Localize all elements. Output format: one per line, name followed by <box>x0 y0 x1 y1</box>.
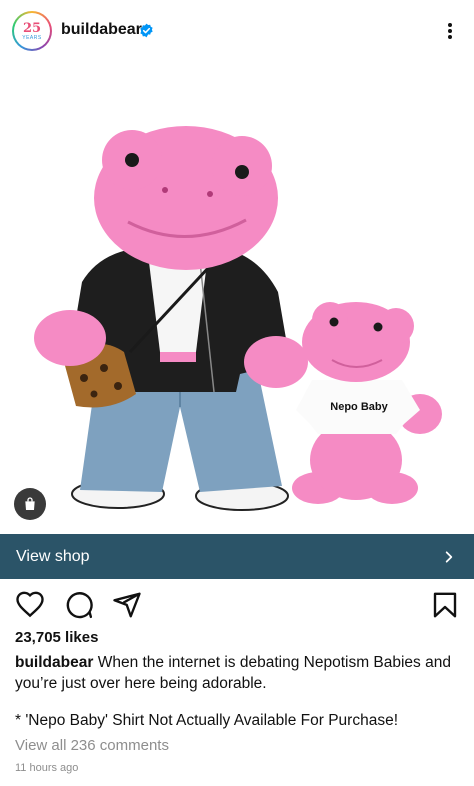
avatar-subtext: YEARS <box>22 34 42 41</box>
view-shop-label: View shop <box>16 547 90 565</box>
view-shop-button[interactable]: View shop <box>0 534 474 579</box>
caption: buildabear When the internet is debating… <box>15 652 460 694</box>
view-comments-link[interactable]: View all 236 comments <box>15 737 169 754</box>
comment-icon[interactable] <box>64 590 94 620</box>
verified-badge-icon <box>140 23 153 38</box>
caption-footnote: * 'Nepo Baby' Shirt Not Actually Availab… <box>15 712 398 729</box>
more-vertical-icon <box>448 23 452 27</box>
more-options-button[interactable] <box>440 20 460 42</box>
like-count[interactable]: 23,705 likes <box>15 629 98 646</box>
shopping-bag-icon <box>25 497 35 510</box>
post-image[interactable]: Nepo Baby <box>0 62 474 534</box>
send-icon[interactable] <box>112 590 142 620</box>
action-bar <box>0 590 474 622</box>
shop-tag-button[interactable] <box>14 488 46 520</box>
heart-icon[interactable] <box>15 590 45 620</box>
avatar[interactable]: 25 YEARS <box>12 11 52 51</box>
bookmark-icon[interactable] <box>430 590 460 620</box>
username[interactable]: buildabear <box>61 21 142 39</box>
shirt-text: Nepo Baby <box>330 401 388 413</box>
post-header: 25 YEARS buildabear <box>0 0 474 62</box>
chevron-right-icon <box>445 550 453 563</box>
post-timestamp: 11 hours ago <box>15 762 79 774</box>
avatar-number: 25 <box>22 20 42 36</box>
caption-username[interactable]: buildabear <box>15 654 93 671</box>
plush-photo: Nepo Baby <box>34 126 442 511</box>
